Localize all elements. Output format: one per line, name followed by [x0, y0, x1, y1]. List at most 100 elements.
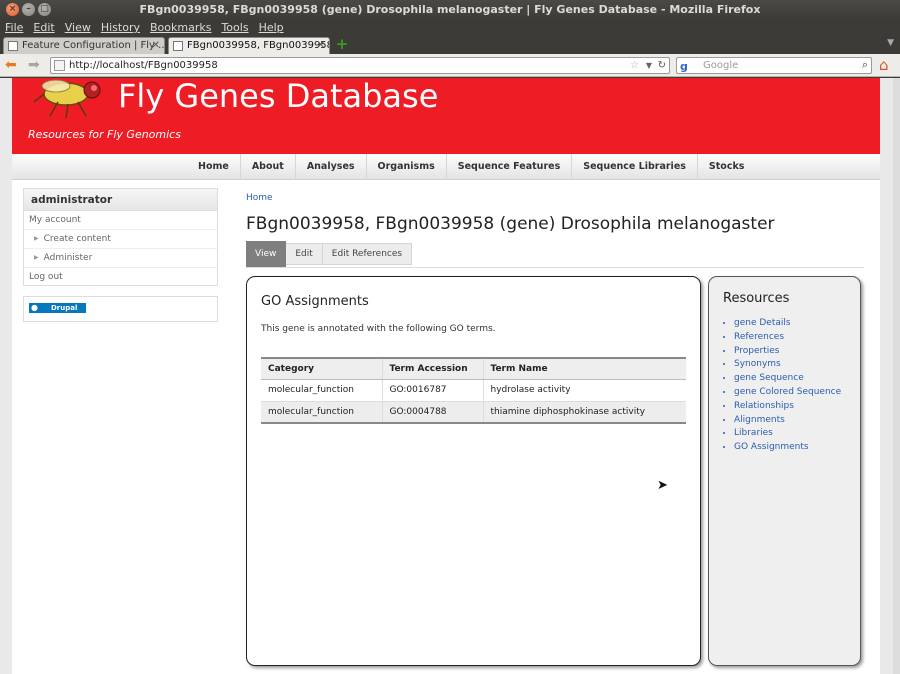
resources-list: gene Details References Properties Synon… — [734, 317, 841, 455]
close-window-icon[interactable]: × — [6, 3, 19, 16]
window-titlebar: × – □ FBgn0039958, FBgn0039958 (gene) Dr… — [0, 0, 900, 20]
table-row: molecular_function GO:0016787 hydrolase … — [261, 379, 686, 402]
google-engine-icon[interactable]: g — [680, 59, 688, 74]
tab-edit[interactable]: Edit — [286, 243, 323, 265]
menu-sequence-features[interactable]: Sequence Features — [445, 154, 571, 180]
page-viewport: Fly Genes Database Resources for Fly Gen… — [0, 78, 900, 674]
page-icon — [173, 41, 183, 51]
new-tab-plus-icon[interactable]: + — [334, 37, 350, 52]
powered-by-block: ● Drupal — [23, 296, 218, 322]
resource-link-alignments[interactable]: Alignments — [734, 414, 841, 428]
menu-bookmarks[interactable]: Bookmarks — [150, 20, 211, 36]
resource-link-synonyms[interactable]: Synonyms — [734, 358, 841, 372]
page-title: FBgn0039958, FBgn0039958 (gene) Drosophi… — [246, 214, 775, 234]
menu-tools[interactable]: Tools — [221, 20, 248, 36]
menu-organisms[interactable]: Organisms — [365, 154, 446, 180]
url-bar[interactable]: http://localhost/FBgn0039958 ☆ ▼ ↻ — [50, 57, 670, 74]
drupal-badge[interactable]: ● Drupal — [29, 303, 86, 313]
minimize-window-icon[interactable]: – — [22, 3, 35, 16]
column-header-term-accession: Term Accession — [382, 357, 484, 380]
go-table: Category Term Accession Term Name molecu… — [261, 357, 686, 424]
cell-term-name: hydrolase activity — [483, 379, 686, 402]
resource-link-gene-colored-sequence[interactable]: gene Colored Sequence — [734, 386, 841, 400]
resources-box: Resources gene Details References Proper… — [708, 276, 861, 666]
search-icon[interactable]: ⌕ — [862, 57, 868, 72]
breadcrumb[interactable]: Home — [246, 193, 273, 203]
drupal-drop-icon: ● — [31, 303, 38, 312]
table-row: molecular_function GO:0004788 thiamine d… — [261, 401, 686, 424]
page: Fly Genes Database Resources for Fly Gen… — [12, 78, 880, 674]
menu-edit[interactable]: Edit — [33, 20, 54, 36]
menu-view[interactable]: View — [65, 20, 91, 36]
resource-link-relationships[interactable]: Relationships — [734, 400, 841, 414]
menu-file[interactable]: File — [5, 20, 23, 36]
site-identity-icon[interactable] — [54, 60, 65, 71]
administer-link[interactable]: Administer — [24, 249, 217, 268]
user-menu-block: administrator My account Create content … — [23, 188, 218, 286]
menu-history[interactable]: History — [101, 20, 140, 36]
navigation-toolbar: ⬅ ➡ http://localhost/FBgn0039958 ☆ ▼ ↻ g… — [0, 54, 900, 77]
go-heading: GO Assignments — [261, 294, 369, 309]
tab-list-chevron-icon[interactable]: ▼ — [887, 38, 894, 48]
primary-menu: Home About Analyses Organisms Sequence F… — [12, 154, 880, 180]
search-placeholder: Google — [703, 60, 739, 71]
resources-heading: Resources — [723, 291, 790, 306]
create-content-link[interactable]: Create content — [24, 230, 217, 249]
browser-tab-label: FBgn0039958, FBgn0039958... — [187, 40, 330, 51]
close-tab-icon[interactable]: ✕ — [152, 38, 160, 54]
cell-term-accession: GO:0004788 — [382, 401, 484, 424]
my-account-link[interactable]: My account — [24, 211, 217, 230]
back-arrow-icon[interactable]: ⬅ — [5, 57, 17, 73]
resource-link-properties[interactable]: Properties — [734, 345, 841, 359]
browser-tab-label: Feature Configuration | Fly ... — [22, 40, 165, 51]
forward-arrow-icon[interactable]: ➡ — [28, 57, 40, 73]
tab-view[interactable]: View — [246, 241, 287, 267]
resource-link-gene-details[interactable]: gene Details — [734, 317, 841, 331]
menu-bar: File Edit View History Bookmarks Tools H… — [0, 20, 900, 36]
browser-tab-gene[interactable]: FBgn0039958, FBgn0039958... ✕ — [168, 37, 330, 54]
browser-tab-feature-config[interactable]: Feature Configuration | Fly ... ✕ — [3, 37, 165, 54]
go-intro: This gene is annotated with the followin… — [261, 324, 496, 334]
resource-link-go-assignments[interactable]: GO Assignments — [734, 441, 841, 455]
search-bar[interactable]: g Google ⌕ — [676, 57, 872, 74]
drupal-badge-label: Drupal — [51, 304, 78, 312]
reload-icon[interactable]: ↻ — [658, 58, 666, 73]
bookmark-star-icon[interactable]: ☆ — [630, 58, 639, 73]
fly-logo-icon[interactable] — [28, 78, 106, 120]
tab-bar: Feature Configuration | Fly ... ✕ FBgn00… — [0, 36, 900, 54]
menu-sequence-libraries[interactable]: Sequence Libraries — [571, 154, 697, 180]
cell-category: molecular_function — [261, 401, 383, 424]
window-title: FBgn0039958, FBgn0039958 (gene) Drosophi… — [139, 3, 761, 16]
menu-analyses[interactable]: Analyses — [294, 154, 366, 180]
home-icon[interactable]: ⌂ — [879, 56, 889, 74]
url-text: http://localhost/FBgn0039958 — [69, 60, 218, 71]
page-icon — [8, 41, 18, 51]
cell-category: molecular_function — [261, 379, 383, 402]
history-dropdown-icon[interactable]: ▼ — [646, 58, 652, 73]
close-tab-icon[interactable]: ✕ — [317, 38, 325, 54]
page-scrollbar[interactable] — [893, 78, 900, 674]
resource-link-gene-sequence[interactable]: gene Sequence — [734, 372, 841, 386]
cell-term-accession: GO:0016787 — [382, 379, 484, 402]
window-controls: × – □ — [6, 3, 51, 16]
tab-edit-references[interactable]: Edit References — [322, 243, 413, 265]
log-out-link[interactable]: Log out — [24, 268, 217, 287]
site-header: Fly Genes Database Resources for Fly Gen… — [12, 78, 880, 154]
menu-home[interactable]: Home — [187, 154, 240, 180]
cell-term-name: thiamine diphosphokinase activity — [483, 401, 686, 424]
menu-stocks[interactable]: Stocks — [696, 154, 756, 180]
go-assignments-box: GO Assignments This gene is annotated wi… — [246, 276, 701, 666]
column-header-term-name: Term Name — [483, 357, 686, 380]
maximize-window-icon[interactable]: □ — [38, 3, 51, 16]
menu-about[interactable]: About — [239, 154, 295, 180]
tabs-divider — [246, 267, 864, 268]
column-header-category: Category — [261, 357, 383, 380]
mouse-pointer-icon: ➤ — [657, 478, 668, 493]
resource-link-libraries[interactable]: Libraries — [734, 427, 841, 441]
resource-link-references[interactable]: References — [734, 331, 841, 345]
menu-help[interactable]: Help — [259, 20, 284, 36]
site-slogan: Resources for Fly Genomics — [28, 128, 181, 141]
page-tabs: View Edit Edit References — [246, 241, 413, 267]
site-name[interactable]: Fly Genes Database — [118, 78, 438, 114]
table-header-row: Category Term Accession Term Name — [261, 357, 686, 380]
